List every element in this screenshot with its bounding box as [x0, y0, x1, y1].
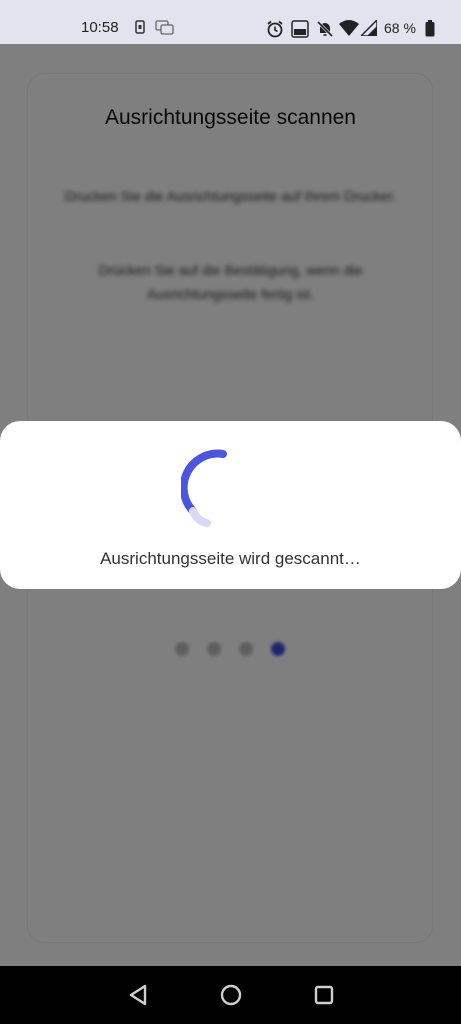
volte-icon: [291, 20, 309, 38]
signal-icon: [361, 20, 377, 36]
battery-percent: 68 %: [384, 20, 416, 36]
status-time: 10:58: [81, 19, 119, 36]
chat-icon: [155, 20, 174, 35]
back-icon[interactable]: [127, 983, 149, 1007]
status-bar: 10:58 68 %: [0, 0, 461, 44]
dialog-message: Ausrichtungsseite wird gescannt…: [100, 549, 361, 568]
progress-dialog: Ausrichtungsseite wird gescannt…: [0, 421, 461, 589]
screen: 10:58 68 % Ausrichtungsseite wird gescan…: [0, 0, 461, 1024]
home-icon[interactable]: [219, 983, 243, 1007]
mute-icon: [316, 20, 334, 38]
wifi-icon: [339, 20, 359, 36]
alarm-icon: [267, 20, 283, 38]
navigation-bar: [0, 966, 461, 1024]
loading-spinner-icon: [181, 449, 227, 527]
recents-icon[interactable]: [313, 983, 335, 1007]
sim-icon: [135, 20, 145, 34]
battery-icon: [425, 20, 435, 37]
